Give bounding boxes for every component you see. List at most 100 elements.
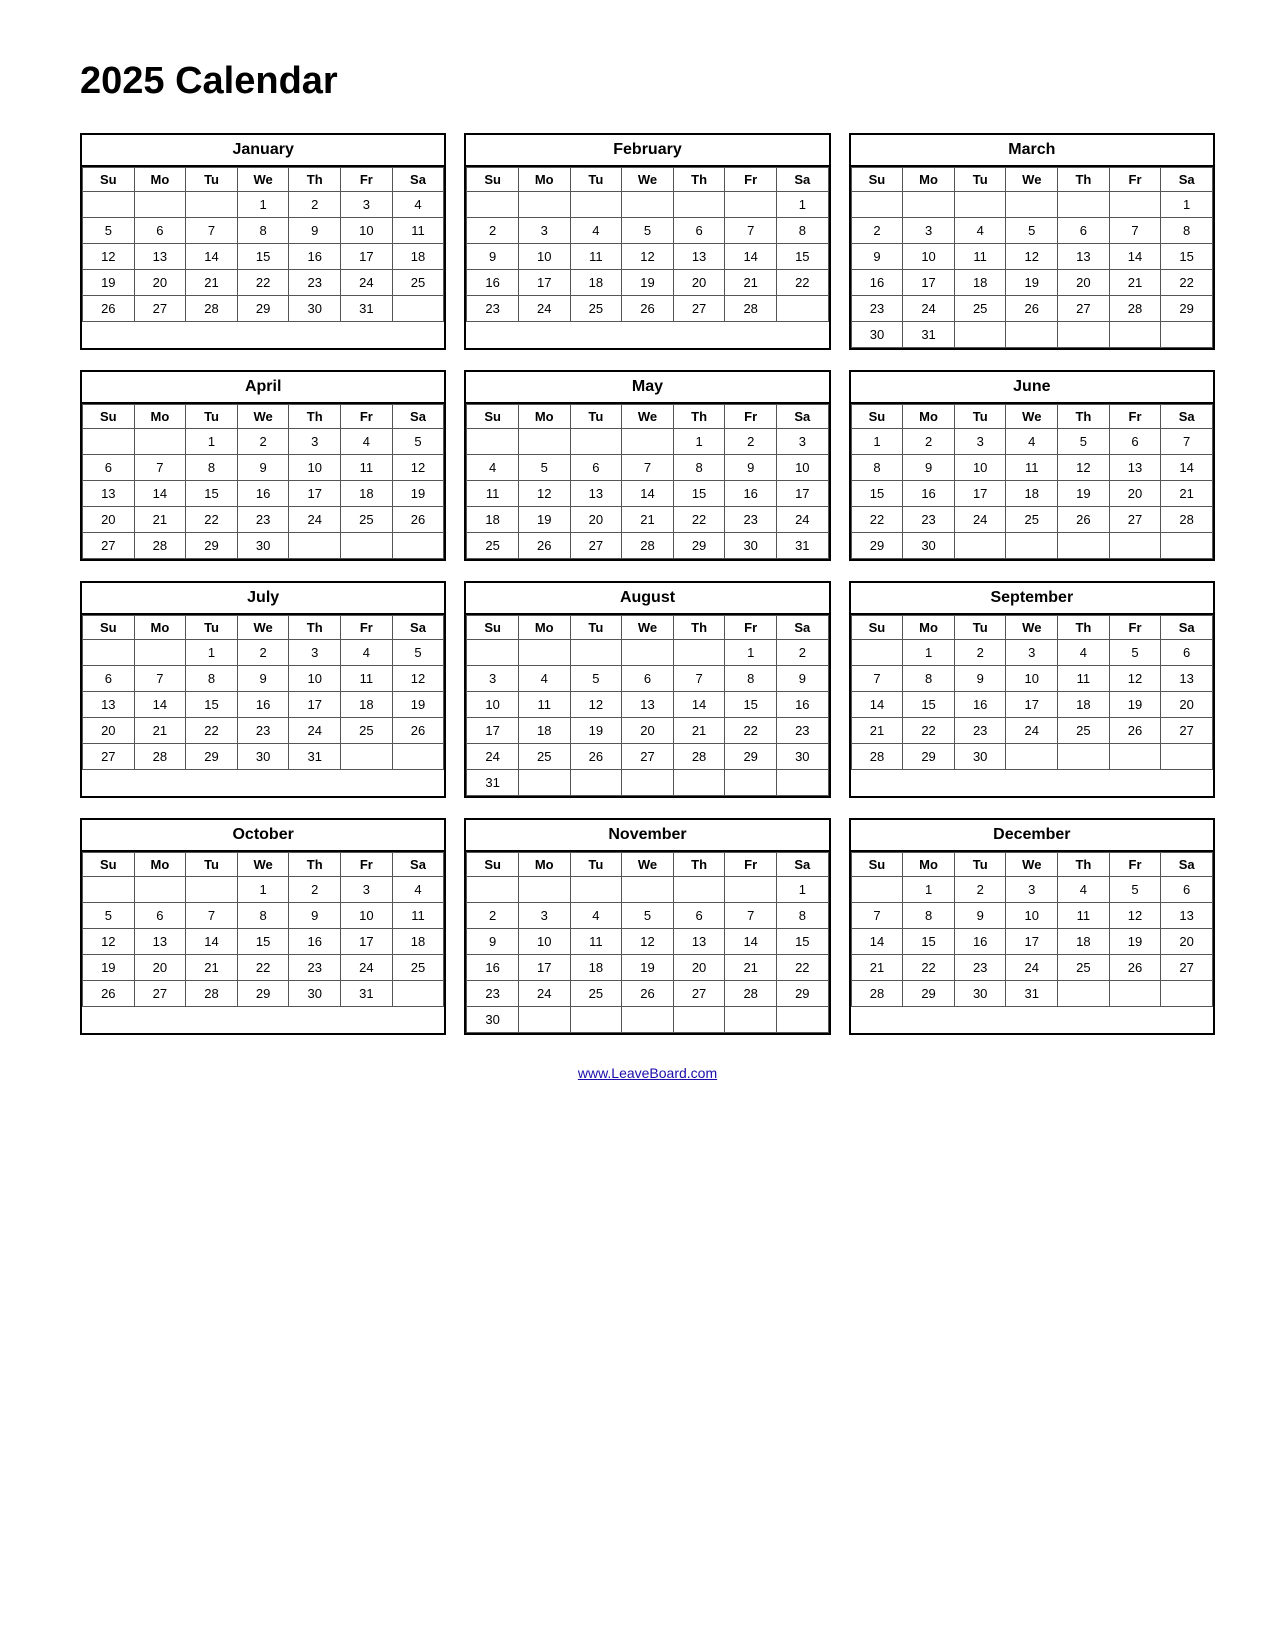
day-cell: 11 (570, 244, 622, 270)
day-cell: 2 (725, 429, 777, 455)
day-cell: 13 (1161, 666, 1213, 692)
day-cell: 12 (622, 929, 674, 955)
day-cell: 15 (776, 244, 828, 270)
day-cell: 30 (954, 981, 1006, 1007)
day-cell: 30 (954, 744, 1006, 770)
day-cell: 21 (134, 718, 186, 744)
day-cell: 24 (289, 507, 341, 533)
day-header-sa: Sa (776, 616, 828, 640)
day-cell (622, 429, 674, 455)
day-cell: 21 (134, 507, 186, 533)
day-cell: 8 (903, 903, 955, 929)
day-cell: 3 (467, 666, 519, 692)
day-cell: 17 (518, 270, 570, 296)
day-cell: 27 (83, 744, 135, 770)
day-cell (1058, 533, 1110, 559)
day-header-tu: Tu (186, 405, 238, 429)
day-cell: 31 (903, 322, 955, 348)
table-row: 282930 (851, 744, 1212, 770)
day-cell: 31 (1006, 981, 1058, 1007)
day-cell: 29 (186, 533, 238, 559)
day-cell: 23 (954, 718, 1006, 744)
day-cell: 5 (392, 640, 444, 666)
day-header-fr: Fr (725, 168, 777, 192)
day-cell: 5 (83, 903, 135, 929)
day-cell: 4 (341, 640, 393, 666)
day-cell: 20 (1058, 270, 1110, 296)
day-cell: 28 (186, 296, 238, 322)
day-cell (134, 429, 186, 455)
day-cell (725, 770, 777, 796)
day-cell: 19 (1109, 692, 1161, 718)
day-cell (570, 640, 622, 666)
table-row: 1234 (83, 192, 444, 218)
day-cell: 9 (954, 666, 1006, 692)
day-cell: 16 (289, 929, 341, 955)
day-cell (1109, 322, 1161, 348)
day-cell: 26 (622, 296, 674, 322)
day-cell: 17 (289, 481, 341, 507)
day-cell: 23 (237, 507, 289, 533)
day-cell: 9 (237, 666, 289, 692)
day-cell: 13 (1109, 455, 1161, 481)
day-cell: 17 (1006, 692, 1058, 718)
day-cell: 31 (341, 296, 393, 322)
day-cell: 23 (289, 955, 341, 981)
day-cell: 18 (1058, 929, 1110, 955)
day-header-fr: Fr (341, 853, 393, 877)
day-cell: 27 (673, 296, 725, 322)
month-table-june: SuMoTuWeThFrSa12345678910111213141516171… (851, 404, 1213, 559)
table-row: 123456 (851, 877, 1212, 903)
day-cell: 19 (622, 955, 674, 981)
day-cell: 1 (851, 429, 903, 455)
day-cell: 3 (341, 192, 393, 218)
day-cell: 21 (1161, 481, 1213, 507)
day-header-th: Th (1058, 168, 1110, 192)
month-title-april: April (82, 372, 444, 404)
day-cell: 17 (954, 481, 1006, 507)
day-cell: 26 (1109, 718, 1161, 744)
day-cell (83, 877, 135, 903)
day-cell: 10 (289, 455, 341, 481)
day-cell: 11 (392, 218, 444, 244)
day-cell: 12 (570, 692, 622, 718)
day-cell: 7 (1109, 218, 1161, 244)
day-cell: 20 (1161, 929, 1213, 955)
day-cell: 25 (1058, 955, 1110, 981)
day-cell: 11 (1058, 666, 1110, 692)
day-cell: 1 (186, 429, 238, 455)
day-cell: 17 (341, 929, 393, 955)
day-header-su: Su (851, 168, 903, 192)
day-header-sa: Sa (776, 405, 828, 429)
day-cell: 1 (776, 877, 828, 903)
footer-link[interactable]: www.LeaveBoard.com (80, 1065, 1215, 1081)
table-row: 891011121314 (851, 455, 1212, 481)
month-may: MaySuMoTuWeThFrSa12345678910111213141516… (464, 370, 830, 561)
day-cell: 17 (518, 955, 570, 981)
day-header-th: Th (1058, 616, 1110, 640)
day-cell: 7 (1161, 429, 1213, 455)
day-cell (622, 192, 674, 218)
day-cell (903, 192, 955, 218)
table-row: 22232425262728 (851, 507, 1212, 533)
day-cell: 24 (776, 507, 828, 533)
table-row: 45678910 (467, 455, 828, 481)
day-cell: 22 (903, 955, 955, 981)
day-cell: 27 (1058, 296, 1110, 322)
day-cell (1006, 322, 1058, 348)
day-cell: 25 (341, 718, 393, 744)
day-cell: 23 (289, 270, 341, 296)
day-cell: 4 (570, 903, 622, 929)
day-cell: 4 (392, 192, 444, 218)
day-cell: 29 (903, 981, 955, 1007)
day-cell: 7 (673, 666, 725, 692)
day-header-su: Su (83, 853, 135, 877)
day-cell: 17 (903, 270, 955, 296)
day-cell: 16 (467, 270, 519, 296)
day-header-tu: Tu (570, 405, 622, 429)
day-cell: 14 (622, 481, 674, 507)
day-cell (392, 744, 444, 770)
table-row: 21222324252627 (851, 955, 1212, 981)
day-cell (622, 877, 674, 903)
day-cell: 18 (570, 270, 622, 296)
